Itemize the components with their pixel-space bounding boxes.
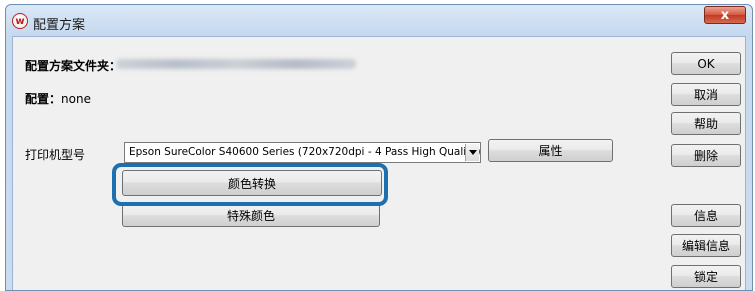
special-color-button[interactable]: 特殊颜色 <box>122 204 380 227</box>
close-button[interactable]: x <box>704 6 746 24</box>
edit-info-button[interactable]: 编辑信息 <box>671 234 741 257</box>
printer-model-value: Epson SureColor S40600 Series (720x720dp… <box>129 146 481 158</box>
folder-path-redacted <box>116 59 356 69</box>
help-button[interactable]: 帮助 <box>671 112 741 135</box>
config-row: 配置：none <box>25 90 91 107</box>
config-value: none <box>61 92 91 106</box>
lock-button[interactable]: 锁定 <box>671 265 741 288</box>
folder-label: 配置方案文件夹： <box>25 59 122 73</box>
config-label: 配置： <box>25 92 62 106</box>
title-bar[interactable]: w 配置方案 x <box>6 5 752 35</box>
properties-button[interactable]: 属性 <box>488 139 613 162</box>
app-icon: w <box>12 13 28 29</box>
info-button[interactable]: 信息 <box>671 204 741 227</box>
dialog-body: 配置方案文件夹： 配置：none 打印机型号 Epson SureColor S… <box>12 36 746 290</box>
dropdown-arrow-icon[interactable] <box>465 144 479 161</box>
printer-model-label: 打印机型号 <box>25 148 86 162</box>
cancel-button[interactable]: 取消 <box>671 83 741 106</box>
delete-button[interactable]: 删除 <box>671 144 741 167</box>
ok-button[interactable]: OK <box>671 52 741 75</box>
config-dialog-window: w 配置方案 x 配置方案文件夹： 配置：none 打印机型号 Epson Su… <box>5 4 753 291</box>
color-conversion-button[interactable]: 颜色转换 <box>122 170 382 196</box>
window-title: 配置方案 <box>33 18 86 33</box>
printer-model-select[interactable]: Epson SureColor S40600 Series (720x720dp… <box>124 142 481 163</box>
